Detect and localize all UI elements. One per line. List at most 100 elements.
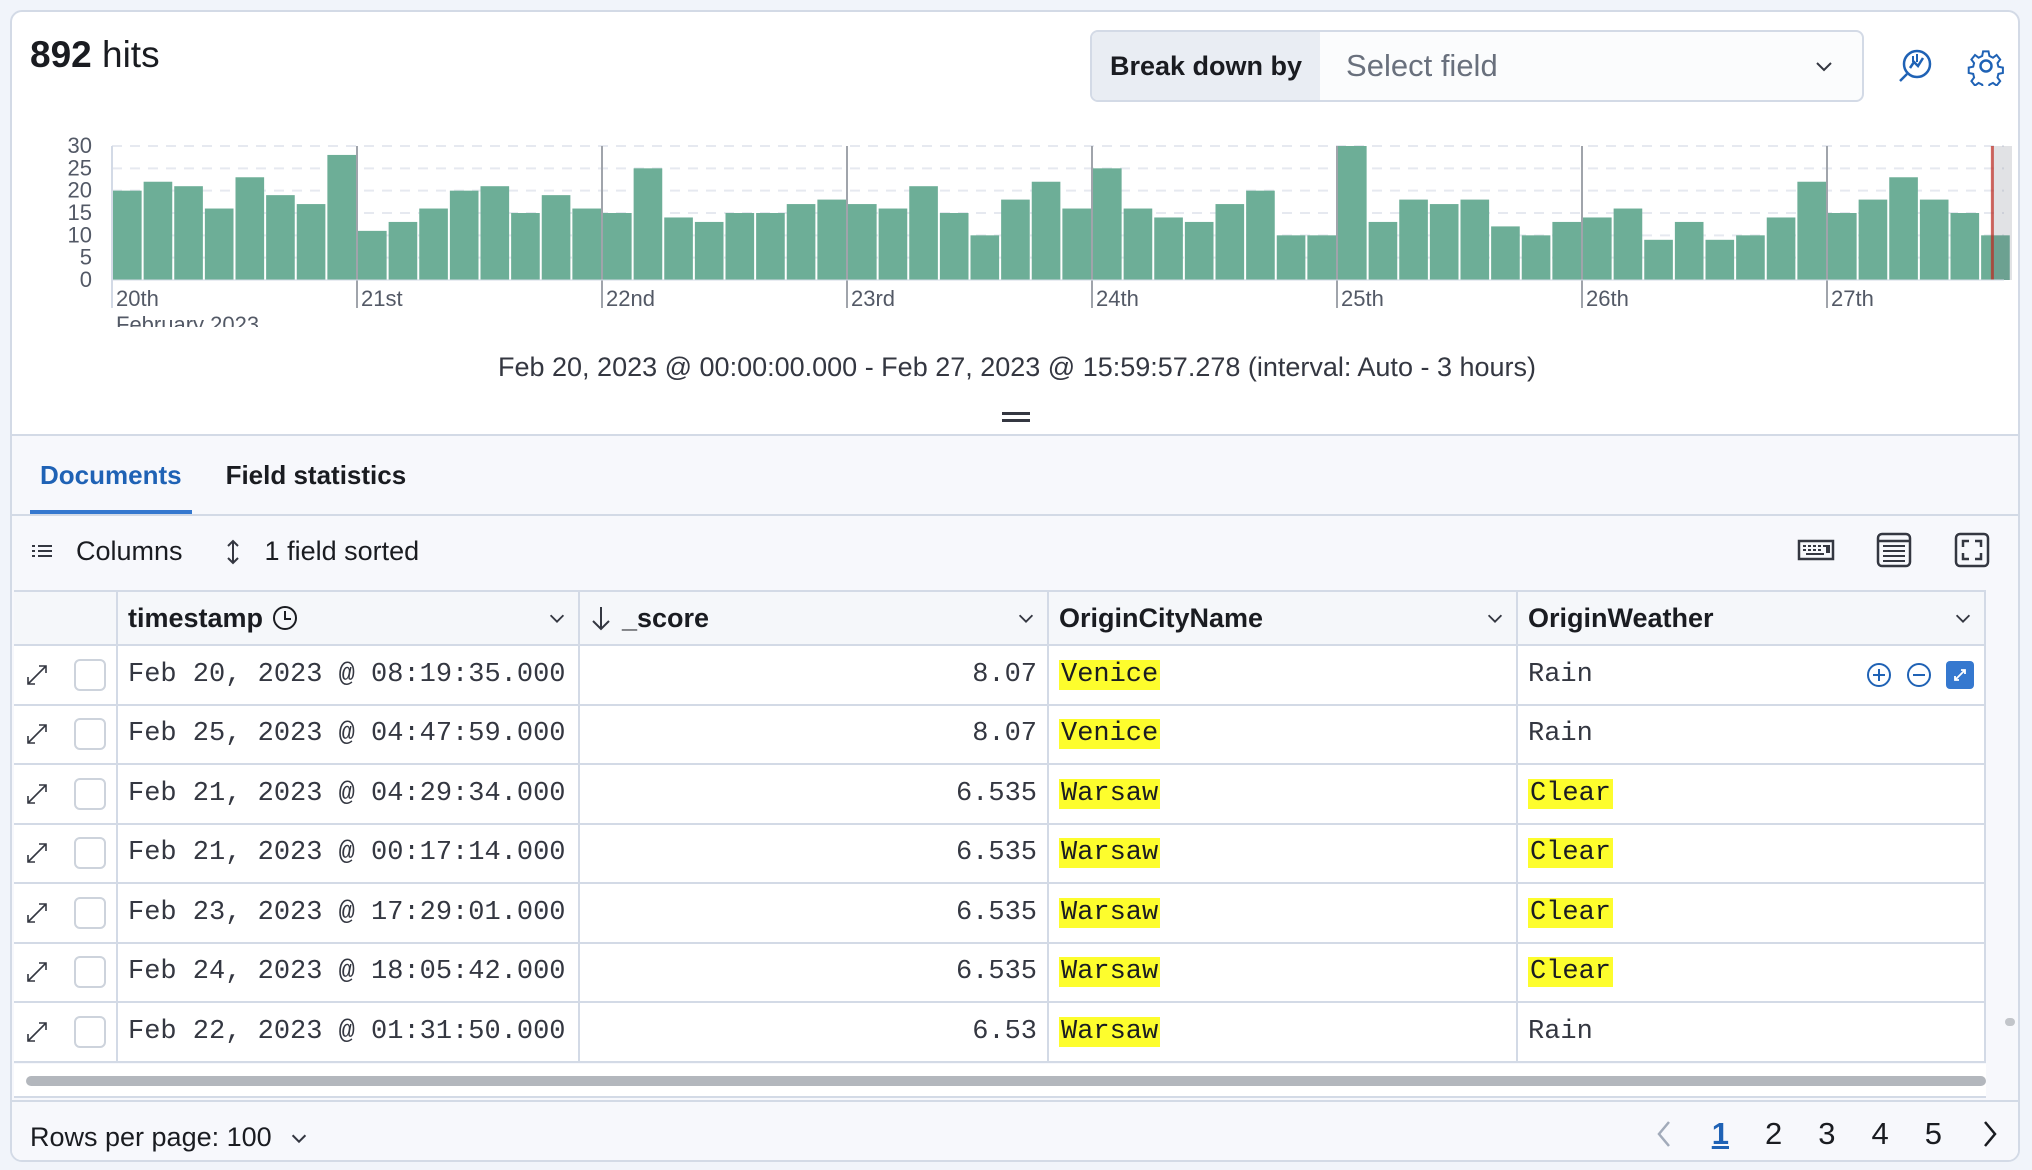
- row-checkbox[interactable]: [74, 777, 106, 810]
- chevron-down-icon[interactable]: [546, 607, 568, 629]
- cell-origin-weather[interactable]: Clear: [1518, 884, 1986, 942]
- histogram-bar: [1184, 221, 1214, 280]
- sort-label: 1 field sorted: [264, 536, 420, 566]
- cell-timestamp[interactable]: Feb 25, 2023 @ 04:47:59.000: [118, 705, 580, 763]
- cell-origin-weather[interactable]: Clear: [1518, 943, 1986, 1001]
- cell-score[interactable]: 6.535: [580, 943, 1049, 1001]
- y-tick-label: 10: [68, 222, 92, 247]
- expand-cell-button[interactable]: [1946, 660, 1974, 689]
- expand-document-icon[interactable]: [24, 1019, 50, 1045]
- horizontal-scrollbar[interactable]: [26, 1076, 1986, 1086]
- chart-inspect-button[interactable]: [1894, 44, 1938, 88]
- expand-document-icon[interactable]: [24, 959, 50, 985]
- page-5-button[interactable]: 5: [1925, 1116, 1942, 1152]
- histogram-bar: [235, 177, 265, 280]
- cell-origin-city[interactable]: Warsaw: [1049, 1003, 1518, 1061]
- page-1-button[interactable]: 1: [1712, 1116, 1729, 1152]
- tab-field-statistics[interactable]: Field statistics: [216, 450, 417, 514]
- cell-origin-weather[interactable]: Clear: [1518, 824, 1986, 882]
- histogram-bar: [1093, 168, 1122, 280]
- tab-documents[interactable]: Documents: [30, 450, 192, 514]
- chevron-down-icon[interactable]: [1484, 607, 1506, 629]
- filter-for-value-icon[interactable]: [1866, 662, 1892, 688]
- cell-origin-city[interactable]: Warsaw: [1049, 824, 1518, 882]
- cell-score[interactable]: 6.535: [580, 765, 1049, 823]
- cell-origin-city[interactable]: Warsaw: [1049, 765, 1518, 823]
- previous-page-icon[interactable]: [1652, 1118, 1676, 1150]
- cell-timestamp[interactable]: Feb 21, 2023 @ 04:29:34.000: [118, 765, 580, 823]
- cell-timestamp[interactable]: Feb 24, 2023 @ 18:05:42.000: [118, 943, 580, 1001]
- sort-button[interactable]: 1 field sorted: [223, 536, 420, 567]
- rows-per-page-button[interactable]: Rows per page: 100: [30, 1122, 310, 1153]
- weather-value: Clear: [1528, 897, 1614, 928]
- resize-handle[interactable]: [1002, 412, 1030, 422]
- keyboard-shortcuts-icon[interactable]: [1796, 530, 1836, 570]
- histogram-bar: [786, 204, 816, 280]
- weather-value: Rain: [1528, 1016, 1593, 1047]
- x-tick-label: 21st: [361, 286, 403, 311]
- column-header-label: _score: [622, 602, 710, 633]
- expand-document-icon[interactable]: [24, 840, 50, 866]
- histogram-bar: [419, 208, 448, 280]
- cell-origin-city[interactable]: Venice: [1049, 646, 1518, 704]
- cell-timestamp[interactable]: Feb 20, 2023 @ 08:19:35.000: [118, 646, 580, 704]
- row-checkbox[interactable]: [74, 896, 106, 929]
- histogram-chart[interactable]: 051015202530 20th 21st 22nd 23rd 24th 25th 26th…: [42, 127, 2012, 327]
- cell-score[interactable]: 6.535: [580, 884, 1049, 942]
- column-header-origin-city[interactable]: OriginCityName: [1049, 592, 1518, 644]
- cell-origin-city[interactable]: Venice: [1049, 705, 1518, 763]
- cell-origin-city[interactable]: Warsaw: [1049, 943, 1518, 1001]
- cell-score[interactable]: 6.53: [580, 1003, 1049, 1061]
- cell-origin-weather[interactable]: Rain: [1518, 705, 1986, 763]
- row-density-icon[interactable]: [1874, 530, 1914, 570]
- histogram-bar: [1276, 235, 1306, 280]
- next-page-icon[interactable]: [1978, 1118, 2002, 1150]
- expand-document-icon[interactable]: [24, 781, 50, 807]
- columns-button[interactable]: Columns: [30, 536, 183, 567]
- expand-document-icon[interactable]: [24, 662, 50, 688]
- column-header-origin-weather[interactable]: OriginWeather: [1518, 592, 1986, 644]
- chevron-down-icon[interactable]: [1015, 607, 1037, 629]
- table-row: Feb 24, 2023 @ 18:05:42.000 6.535 Warsaw…: [14, 943, 1986, 1003]
- page-2-button[interactable]: 2: [1765, 1116, 1782, 1152]
- cell-origin-weather[interactable]: Rain: [1518, 1003, 1986, 1061]
- cell-timestamp[interactable]: Feb 21, 2023 @ 00:17:14.000: [118, 824, 580, 882]
- cell-timestamp[interactable]: Feb 23, 2023 @ 17:29:01.000: [118, 884, 580, 942]
- table-row: Feb 22, 2023 @ 01:31:50.000 6.53 Warsaw …: [14, 1003, 1986, 1063]
- histogram-bar: [1797, 181, 1826, 280]
- breakdown-field-select[interactable]: Select field: [1320, 32, 1862, 100]
- cell-score[interactable]: 6.535: [580, 824, 1049, 882]
- cell-origin-city[interactable]: Warsaw: [1049, 884, 1518, 942]
- city-value: Warsaw: [1059, 897, 1161, 928]
- row-checkbox[interactable]: [74, 1015, 106, 1048]
- row-checkbox[interactable]: [74, 718, 106, 751]
- cell-score[interactable]: 8.07: [580, 646, 1049, 704]
- chart-settings-button[interactable]: [1964, 44, 2008, 88]
- row-checkbox[interactable]: [74, 837, 106, 870]
- histogram-bar: [664, 217, 693, 280]
- cell-origin-weather[interactable]: Rain: [1518, 646, 1986, 704]
- expand-document-icon[interactable]: [24, 900, 50, 926]
- page-4-button[interactable]: 4: [1872, 1116, 1889, 1152]
- fullscreen-icon[interactable]: [1952, 530, 1992, 570]
- vertical-scrollbar[interactable]: [2000, 1018, 2018, 1028]
- expand-document-icon[interactable]: [24, 721, 50, 747]
- histogram-bar: [1491, 226, 1520, 280]
- histogram-bar: [694, 221, 724, 280]
- page-3-button[interactable]: 3: [1818, 1116, 1835, 1152]
- grid-toolbar: Columns 1 field sorted: [30, 536, 419, 567]
- chevron-down-icon[interactable]: [1952, 607, 1974, 629]
- row-checkbox[interactable]: [74, 658, 106, 691]
- cell-score[interactable]: 8.07: [580, 705, 1049, 763]
- weather-value: Clear: [1528, 957, 1614, 988]
- column-header-timestamp[interactable]: timestamp: [118, 592, 580, 644]
- column-header-score[interactable]: _score: [580, 592, 1049, 644]
- row-checkbox[interactable]: [74, 956, 106, 989]
- histogram-bar: [174, 186, 203, 280]
- x-axis-sublabel: February 2023: [116, 312, 259, 327]
- filter-out-value-icon[interactable]: [1906, 662, 1932, 688]
- cell-origin-weather[interactable]: Clear: [1518, 765, 1986, 823]
- cell-timestamp[interactable]: Feb 22, 2023 @ 01:31:50.000: [118, 1003, 580, 1061]
- histogram-bar: [1123, 208, 1153, 280]
- y-tick-label: 30: [68, 133, 92, 158]
